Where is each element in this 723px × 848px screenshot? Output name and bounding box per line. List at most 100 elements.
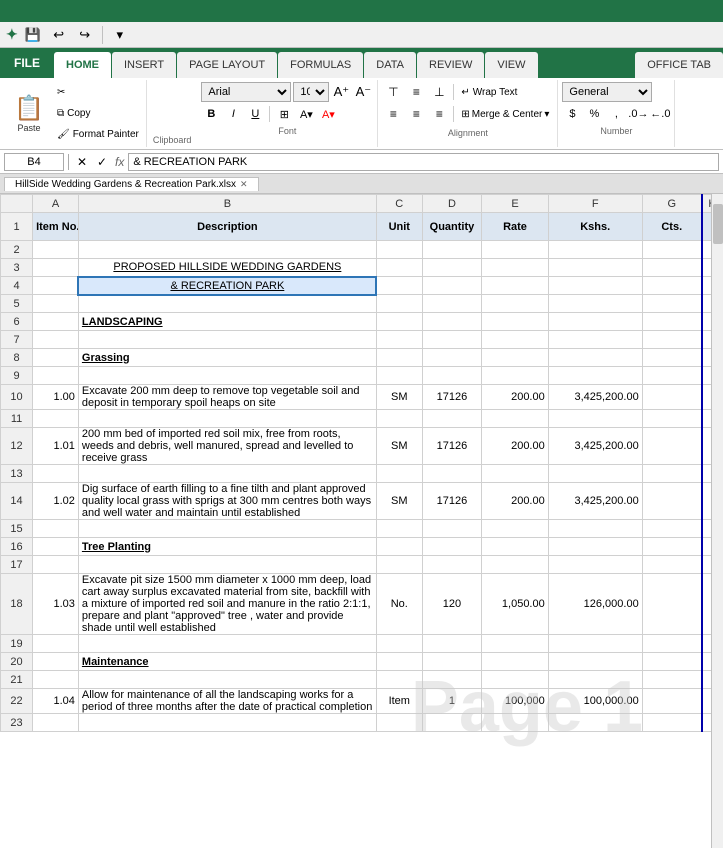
cell-1-1[interactable]: Description — [78, 213, 376, 241]
cell-9-0[interactable] — [33, 367, 79, 385]
cell-5-0[interactable] — [33, 295, 79, 313]
cell-6-3[interactable] — [422, 313, 482, 331]
cell-15-6[interactable] — [642, 520, 702, 538]
align-top-button[interactable]: ⊤ — [382, 82, 404, 102]
cell-8-1[interactable]: Grassing — [78, 349, 376, 367]
cell-18-2[interactable]: No. — [376, 574, 422, 635]
cell-20-2[interactable] — [376, 653, 422, 671]
cell-7-1[interactable] — [78, 331, 376, 349]
cell-17-2[interactable] — [376, 556, 422, 574]
cell-10-3[interactable]: 17126 — [422, 385, 482, 410]
cell-11-5[interactable] — [548, 410, 642, 428]
cell-11-2[interactable] — [376, 410, 422, 428]
paste-button[interactable]: 📋 Paste — [8, 82, 50, 145]
align-left-button[interactable]: ≡ — [382, 104, 404, 124]
cell-20-1[interactable]: Maintenance — [78, 653, 376, 671]
copy-button[interactable]: ⧉ Copy — [54, 107, 142, 120]
row-header-12[interactable]: 12 — [1, 428, 33, 465]
cell-14-6[interactable] — [642, 483, 702, 520]
cell-19-0[interactable] — [33, 635, 79, 653]
cell-3-5[interactable] — [548, 259, 642, 277]
cell-4-2[interactable] — [376, 277, 422, 295]
cell-8-3[interactable] — [422, 349, 482, 367]
cell-13-0[interactable] — [33, 465, 79, 483]
cell-20-3[interactable] — [422, 653, 482, 671]
cell-9-6[interactable] — [642, 367, 702, 385]
sheet-tab[interactable]: HillSide Wedding Gardens & Recreation Pa… — [4, 177, 259, 191]
cell-7-4[interactable] — [482, 331, 548, 349]
cell-22-2[interactable]: Item — [376, 689, 422, 714]
increase-decimal-button[interactable]: .0→ — [628, 104, 648, 124]
cell-3-4[interactable] — [482, 259, 548, 277]
row-header-11[interactable]: 11 — [1, 410, 33, 428]
scrollbar-thumb[interactable] — [713, 204, 723, 244]
cell-17-1[interactable] — [78, 556, 376, 574]
cell-6-1[interactable]: LANDSCAPING — [78, 313, 376, 331]
cell-9-4[interactable] — [482, 367, 548, 385]
cell-19-2[interactable] — [376, 635, 422, 653]
cell-9-2[interactable] — [376, 367, 422, 385]
cell-2-5[interactable] — [548, 241, 642, 259]
italic-button[interactable]: I — [223, 104, 243, 124]
row-header-19[interactable]: 19 — [1, 635, 33, 653]
cell-2-4[interactable] — [482, 241, 548, 259]
redo-button[interactable]: ↪ — [74, 24, 96, 46]
cell-12-0[interactable]: 1.01 — [33, 428, 79, 465]
cell-16-5[interactable] — [548, 538, 642, 556]
tab-review[interactable]: REVIEW — [417, 52, 484, 78]
col-header-D[interactable]: D — [422, 195, 482, 213]
fill-color-button[interactable]: A▾ — [296, 104, 316, 124]
cell-22-6[interactable] — [642, 689, 702, 714]
confirm-formula-button[interactable]: ✓ — [93, 153, 111, 171]
cell-23-4[interactable] — [482, 714, 548, 732]
cell-20-5[interactable] — [548, 653, 642, 671]
cell-17-5[interactable] — [548, 556, 642, 574]
cell-19-5[interactable] — [548, 635, 642, 653]
col-header-A[interactable]: A — [33, 195, 79, 213]
cell-4-1[interactable]: & RECREATION PARK — [78, 277, 376, 295]
row-header-23[interactable]: 23 — [1, 714, 33, 732]
cell-1-2[interactable]: Unit — [376, 213, 422, 241]
row-header-20[interactable]: 20 — [1, 653, 33, 671]
cell-19-3[interactable] — [422, 635, 482, 653]
cell-22-0[interactable]: 1.04 — [33, 689, 79, 714]
cell-13-6[interactable] — [642, 465, 702, 483]
cell-13-5[interactable] — [548, 465, 642, 483]
cell-16-6[interactable] — [642, 538, 702, 556]
cell-18-3[interactable]: 120 — [422, 574, 482, 635]
cell-1-0[interactable]: Item No. — [33, 213, 79, 241]
row-header-1[interactable]: 1 — [1, 213, 33, 241]
cell-18-1[interactable]: Excavate pit size 1500 mm diameter x 100… — [78, 574, 376, 635]
cell-10-4[interactable]: 200.00 — [482, 385, 548, 410]
cell-23-6[interactable] — [642, 714, 702, 732]
cell-14-3[interactable]: 17126 — [422, 483, 482, 520]
tab-formulas[interactable]: FORMULAS — [278, 52, 363, 78]
cell-12-6[interactable] — [642, 428, 702, 465]
cell-1-5[interactable]: Kshs. — [548, 213, 642, 241]
cell-3-3[interactable] — [422, 259, 482, 277]
cell-9-3[interactable] — [422, 367, 482, 385]
cell-19-1[interactable] — [78, 635, 376, 653]
row-header-21[interactable]: 21 — [1, 671, 33, 689]
row-header-14[interactable]: 14 — [1, 483, 33, 520]
cell-16-1[interactable]: Tree Planting — [78, 538, 376, 556]
cell-11-3[interactable] — [422, 410, 482, 428]
cell-21-3[interactable] — [422, 671, 482, 689]
cell-4-3[interactable] — [422, 277, 482, 295]
cell-20-4[interactable] — [482, 653, 548, 671]
cell-9-5[interactable] — [548, 367, 642, 385]
row-header-16[interactable]: 16 — [1, 538, 33, 556]
cell-11-4[interactable] — [482, 410, 548, 428]
comma-button[interactable]: , — [606, 104, 626, 124]
cell-10-6[interactable] — [642, 385, 702, 410]
sheet-tab-close-button[interactable]: ✕ — [240, 179, 248, 190]
cell-23-2[interactable] — [376, 714, 422, 732]
cell-2-6[interactable] — [642, 241, 702, 259]
cell-17-4[interactable] — [482, 556, 548, 574]
cell-20-6[interactable] — [642, 653, 702, 671]
cut-button[interactable]: ✂ — [54, 86, 142, 99]
col-header-E[interactable]: E — [482, 195, 548, 213]
cell-11-0[interactable] — [33, 410, 79, 428]
cell-16-0[interactable] — [33, 538, 79, 556]
cell-14-5[interactable]: 3,425,200.00 — [548, 483, 642, 520]
